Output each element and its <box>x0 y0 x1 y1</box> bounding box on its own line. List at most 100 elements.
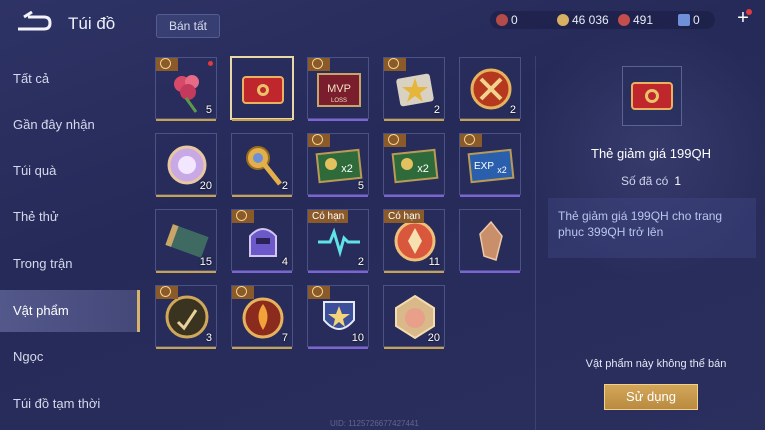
coin-tag-icon <box>460 134 482 147</box>
sell-all-button[interactable]: Bán tất <box>156 14 220 38</box>
owned-value: 1 <box>674 174 682 188</box>
use-button[interactable]: Sử dụng <box>604 384 698 410</box>
coin-tag-icon <box>384 134 406 147</box>
item-slot[interactable]: Có hạn 11 <box>383 209 445 273</box>
page-title: Túi đồ <box>68 14 116 33</box>
item-slot[interactable]: 2 <box>459 57 521 121</box>
not-sellable-notice: Vật phẩm này không thể bán <box>585 358 727 370</box>
item-slot[interactable]: x2 <box>383 133 445 197</box>
sidebar-item-temp-bag[interactable]: Túi đồ tạm thời <box>0 383 140 425</box>
sidebar-item-in-match[interactable]: Trong trận <box>0 243 140 285</box>
item-slot[interactable]: 3 <box>155 285 217 349</box>
limited-tag: Có hạn <box>384 210 425 223</box>
item-slot[interactable]: 7 <box>231 285 293 349</box>
item-slot[interactable]: 4 <box>231 209 293 273</box>
rarity-bar <box>308 347 368 349</box>
rarity-bar <box>460 119 520 121</box>
star-ticket-icon <box>390 64 440 114</box>
coin-tag-icon <box>308 286 330 299</box>
coin-x2-card-icon: x2 <box>390 140 440 190</box>
item-slot[interactable]: 2 <box>231 133 293 197</box>
item-slot[interactable]: x2 5 <box>307 133 369 197</box>
rarity-bar <box>384 119 444 121</box>
hand-check-coin-icon <box>162 292 212 342</box>
item-count: 5 <box>205 104 212 116</box>
item-slot[interactable]: MVP LOSS <box>307 57 369 121</box>
item-slot[interactable]: 5 <box>155 57 217 121</box>
coin-tag-icon <box>156 58 178 71</box>
coin-x2-card-icon: x2 <box>314 140 364 190</box>
sidebar-item-recent[interactable]: Gần đây nhận <box>0 104 140 146</box>
coin-tag-icon <box>308 134 330 147</box>
header: Túi đồ Bán tất 0 46 036 491 0 + <box>0 0 765 44</box>
coin-tag-icon <box>156 286 178 299</box>
sidebar-item-gift-bags[interactable]: Túi quà <box>0 150 140 192</box>
item-count: 3 <box>205 332 212 344</box>
item-slot[interactable]: Có hạn 2 <box>307 209 369 273</box>
knight-helmet-icon <box>238 216 288 266</box>
blue-voucher-currency: 0 <box>678 12 700 28</box>
item-slot[interactable]: EXP x2 <box>459 133 521 197</box>
svg-text:LOSS: LOSS <box>331 98 347 104</box>
item-slot[interactable]: 10 <box>307 285 369 349</box>
coin-tag-icon <box>384 58 406 71</box>
sidebar-item-gems[interactable]: Ngọc <box>0 336 140 378</box>
item-grid: 5 MVP LOSS 2 2 20 2 x2 5 x2 EXP x2 15 4 Có hạn 2 Có hạn 1… <box>155 56 525 357</box>
rarity-bar <box>460 271 520 273</box>
detail-item-name: Thẻ giảm giá 199QH <box>591 146 711 161</box>
owned-label: Số đã có <box>620 174 669 188</box>
notification-dot <box>746 9 752 15</box>
owned-count-row: Số đã có 1 <box>536 174 765 188</box>
detail-item-frame <box>622 66 682 126</box>
rarity-bar <box>232 195 292 197</box>
rarity-bar <box>308 271 368 273</box>
sidebar-item-items[interactable]: Vật phẩm <box>0 290 140 332</box>
crystal-shard-icon <box>466 216 516 266</box>
item-count: 5 <box>357 180 364 192</box>
sidebar-item-trial-cards[interactable]: Thẻ thử <box>0 196 140 238</box>
sidebar-item-all[interactable]: Tất cả <box>0 58 140 100</box>
gold-coin-icon <box>557 14 569 26</box>
discount-card-icon <box>631 82 673 110</box>
new-item-dot <box>208 61 213 66</box>
red-crystal-currency: 491 <box>618 12 653 28</box>
item-slot[interactable] <box>459 209 521 273</box>
item-count: 2 <box>357 256 364 268</box>
item-count: 11 <box>428 256 440 268</box>
rarity-bar <box>156 119 216 121</box>
golden-key-icon <box>238 140 288 190</box>
item-slot[interactable]: 2 <box>383 57 445 121</box>
item-slot[interactable]: 15 <box>155 209 217 273</box>
back-arrow-icon <box>18 10 52 31</box>
heartbeat-card-icon <box>314 216 364 266</box>
red-gem-currency: 0 <box>496 12 518 28</box>
rose-bouquet-icon <box>162 64 212 114</box>
rarity-bar <box>232 119 292 121</box>
rarity-bar <box>232 271 292 273</box>
rarity-bar <box>308 119 368 121</box>
item-count: 2 <box>281 180 288 192</box>
flame-spirit-icon <box>238 292 288 342</box>
rarity-bar <box>384 271 444 273</box>
exp-x2-card-icon: EXP x2 <box>466 140 516 190</box>
item-slot[interactable]: 20 <box>155 133 217 197</box>
item-count: 4 <box>281 256 288 268</box>
red-gem-icon <box>496 14 508 26</box>
svg-text:x2: x2 <box>497 165 507 175</box>
gold-coin-currency: 46 036 <box>557 12 609 28</box>
back-button[interactable] <box>14 10 54 35</box>
item-count: 2 <box>509 104 516 116</box>
crossed-swords-medal-icon <box>466 64 516 114</box>
blue-voucher-icon <box>678 14 690 26</box>
coin-tag-icon <box>308 58 330 71</box>
svg-text:x2: x2 <box>341 163 353 175</box>
limited-tag: Có hạn <box>308 210 349 223</box>
item-slot[interactable]: 20 <box>383 285 445 349</box>
coin-tag-icon <box>232 210 254 223</box>
item-count: 15 <box>199 256 212 268</box>
rarity-bar <box>232 347 292 349</box>
item-count: 7 <box>281 332 288 344</box>
rarity-bar <box>460 195 520 197</box>
item-slot[interactable] <box>230 56 294 121</box>
rarity-bar <box>156 195 216 197</box>
